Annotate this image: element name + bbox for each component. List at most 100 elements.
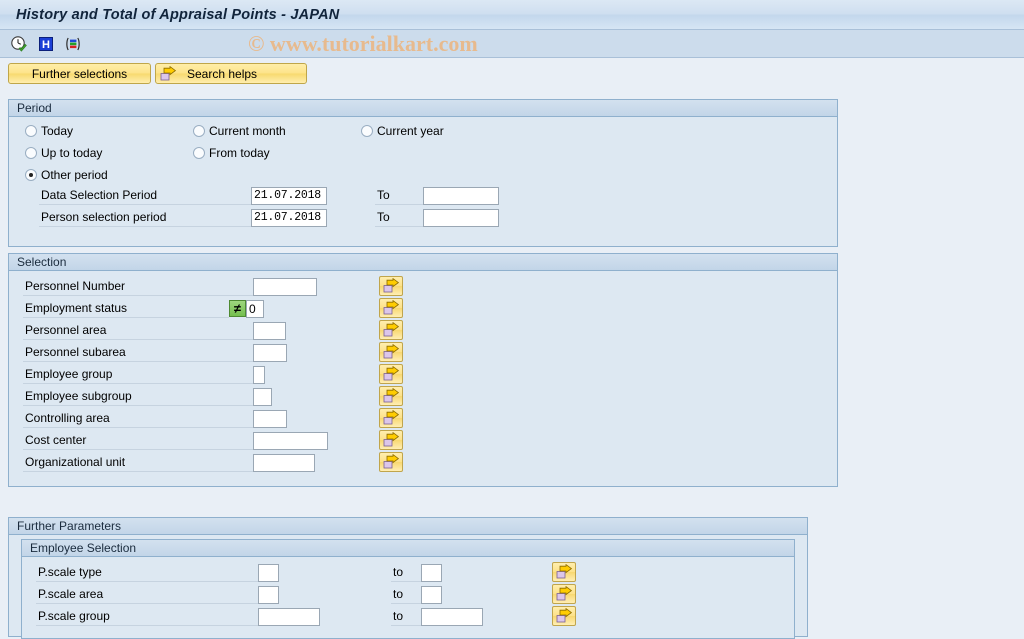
personnel-subarea-row: Personnel subarea xyxy=(23,343,287,362)
cost-center-input[interactable] xyxy=(253,431,328,450)
further-parameters-panel: Further Parameters Employee Selection P.… xyxy=(8,517,808,639)
pscale-group-row: P.scale group to xyxy=(36,607,483,626)
radio-other-period-button[interactable] xyxy=(25,169,37,181)
cost-center-row: Cost center xyxy=(23,431,328,450)
pscale-area-from-input[interactable] xyxy=(258,585,279,604)
personnel-number-label: Personnel Number xyxy=(23,277,253,296)
employee-selection-subpanel-title: Employee Selection xyxy=(30,541,137,555)
employee-subgroup-input[interactable] xyxy=(253,387,272,406)
search-helps-arrow-icon xyxy=(160,65,177,82)
personnel-subarea-multiselect-button[interactable] xyxy=(379,342,403,362)
personnel-subarea-input[interactable] xyxy=(253,343,287,362)
person-selection-period-label: Person selection period xyxy=(39,208,251,227)
further-parameters-panel-title: Further Parameters xyxy=(17,519,122,533)
radio-current-month-label: Current month xyxy=(209,124,286,138)
pscale-type-multiselect-button[interactable] xyxy=(552,562,576,582)
search-helps-button[interactable]: Search helps xyxy=(155,63,307,84)
further-selections-button[interactable]: Further selections xyxy=(8,63,151,84)
radio-today[interactable]: Today xyxy=(25,124,73,138)
personnel-area-label: Personnel area xyxy=(23,321,253,340)
data-selection-period-to-label: To xyxy=(375,186,423,205)
radio-up-to-today-button[interactable] xyxy=(25,147,37,159)
radio-up-to-today[interactable]: Up to today xyxy=(25,146,102,160)
personnel-number-row: Personnel Number xyxy=(23,277,317,296)
radio-current-month-button[interactable] xyxy=(193,125,205,137)
info-icon[interactable]: H xyxy=(37,35,55,53)
employment-status-operator-button[interactable]: ≠ xyxy=(229,300,246,317)
further-parameters-panel-header: Further Parameters xyxy=(9,518,807,535)
pscale-type-to-label: to xyxy=(391,563,421,582)
radio-current-year-button[interactable] xyxy=(361,125,373,137)
person-selection-period-row: Person selection period To xyxy=(39,208,499,227)
selection-button-bar: Further selections Search helps xyxy=(0,58,1024,86)
svg-text:H: H xyxy=(42,39,50,51)
selection-panel-title: Selection xyxy=(17,255,67,269)
person-selection-period-to-input[interactable] xyxy=(423,208,499,227)
employee-subgroup-multiselect-button[interactable] xyxy=(379,386,403,406)
period-panel-title: Period xyxy=(17,101,52,115)
cost-center-multiselect-button[interactable] xyxy=(379,430,403,450)
pscale-area-label: P.scale area xyxy=(36,585,258,604)
personnel-number-multiselect-button[interactable] xyxy=(379,276,403,296)
watermark-text: © www.tutorialkart.com xyxy=(248,30,478,56)
window-title-bar: History and Total of Appraisal Points - … xyxy=(0,0,1024,30)
employee-group-label: Employee group xyxy=(23,365,253,384)
radio-current-year[interactable]: Current year xyxy=(361,124,444,138)
pscale-type-to-input[interactable] xyxy=(421,563,442,582)
pscale-group-multiselect-button[interactable] xyxy=(552,606,576,626)
employee-subgroup-row: Employee subgroup xyxy=(23,387,272,406)
pscale-area-to-input[interactable] xyxy=(421,585,442,604)
personnel-area-row: Personnel area xyxy=(23,321,286,340)
pscale-type-label: P.scale type xyxy=(36,563,258,582)
organizational-unit-multiselect-button[interactable] xyxy=(379,452,403,472)
data-selection-period-to-input[interactable] xyxy=(423,186,499,205)
personnel-area-input[interactable] xyxy=(253,321,286,340)
pscale-group-from-input[interactable] xyxy=(258,607,320,626)
personnel-subarea-label: Personnel subarea xyxy=(23,343,253,362)
radio-current-month[interactable]: Current month xyxy=(193,124,286,138)
pscale-group-to-label: to xyxy=(391,607,421,626)
radio-from-today[interactable]: From today xyxy=(193,146,270,160)
variant-icon[interactable] xyxy=(64,35,82,53)
personnel-number-input[interactable] xyxy=(253,277,317,296)
controlling-area-multiselect-button[interactable] xyxy=(379,408,403,428)
pscale-type-row: P.scale type to xyxy=(36,563,442,582)
pscale-group-to-input[interactable] xyxy=(421,607,483,626)
cost-center-label: Cost center xyxy=(23,431,253,450)
person-selection-period-from-input[interactable] xyxy=(251,208,327,227)
controlling-area-label: Controlling area xyxy=(23,409,253,428)
page-title: History and Total of Appraisal Points - … xyxy=(16,6,340,23)
organizational-unit-input[interactable] xyxy=(253,453,315,472)
radio-current-year-label: Current year xyxy=(377,124,444,138)
employee-group-multiselect-button[interactable] xyxy=(379,364,403,384)
radio-other-period[interactable]: Other period xyxy=(25,168,108,182)
employment-status-label: Employment status xyxy=(23,299,229,318)
radio-today-label: Today xyxy=(41,124,74,138)
application-toolbar: H © www.tutorialkart.com xyxy=(0,30,1024,58)
organizational-unit-row: Organizational unit xyxy=(23,453,315,472)
employment-status-input[interactable] xyxy=(246,299,264,318)
pscale-group-label: P.scale group xyxy=(36,607,258,626)
organizational-unit-label: Organizational unit xyxy=(23,453,253,472)
employment-status-multiselect-button[interactable] xyxy=(379,298,403,318)
radio-up-to-today-label: Up to today xyxy=(41,146,103,160)
data-selection-period-row: Data Selection Period To xyxy=(39,186,499,205)
data-selection-period-from-input[interactable] xyxy=(251,186,327,205)
data-selection-period-label: Data Selection Period xyxy=(39,186,251,205)
controlling-area-row: Controlling area xyxy=(23,409,287,428)
execute-clock-icon[interactable] xyxy=(10,35,28,53)
pscale-area-multiselect-button[interactable] xyxy=(552,584,576,604)
pscale-type-from-input[interactable] xyxy=(258,563,279,582)
search-helps-label: Search helps xyxy=(187,66,258,81)
selection-panel: Selection Personnel Number Employment st… xyxy=(8,253,838,487)
radio-from-today-label: From today xyxy=(209,146,270,160)
radio-from-today-button[interactable] xyxy=(193,147,205,159)
employee-group-row: Employee group xyxy=(23,365,265,384)
employee-subgroup-label: Employee subgroup xyxy=(23,387,253,406)
period-panel: Period Today Current month Current year … xyxy=(8,99,838,247)
employee-selection-subpanel-header: Employee Selection xyxy=(22,540,794,557)
controlling-area-input[interactable] xyxy=(253,409,287,428)
personnel-area-multiselect-button[interactable] xyxy=(379,320,403,340)
employee-group-input[interactable] xyxy=(253,365,265,384)
radio-today-button[interactable] xyxy=(25,125,37,137)
